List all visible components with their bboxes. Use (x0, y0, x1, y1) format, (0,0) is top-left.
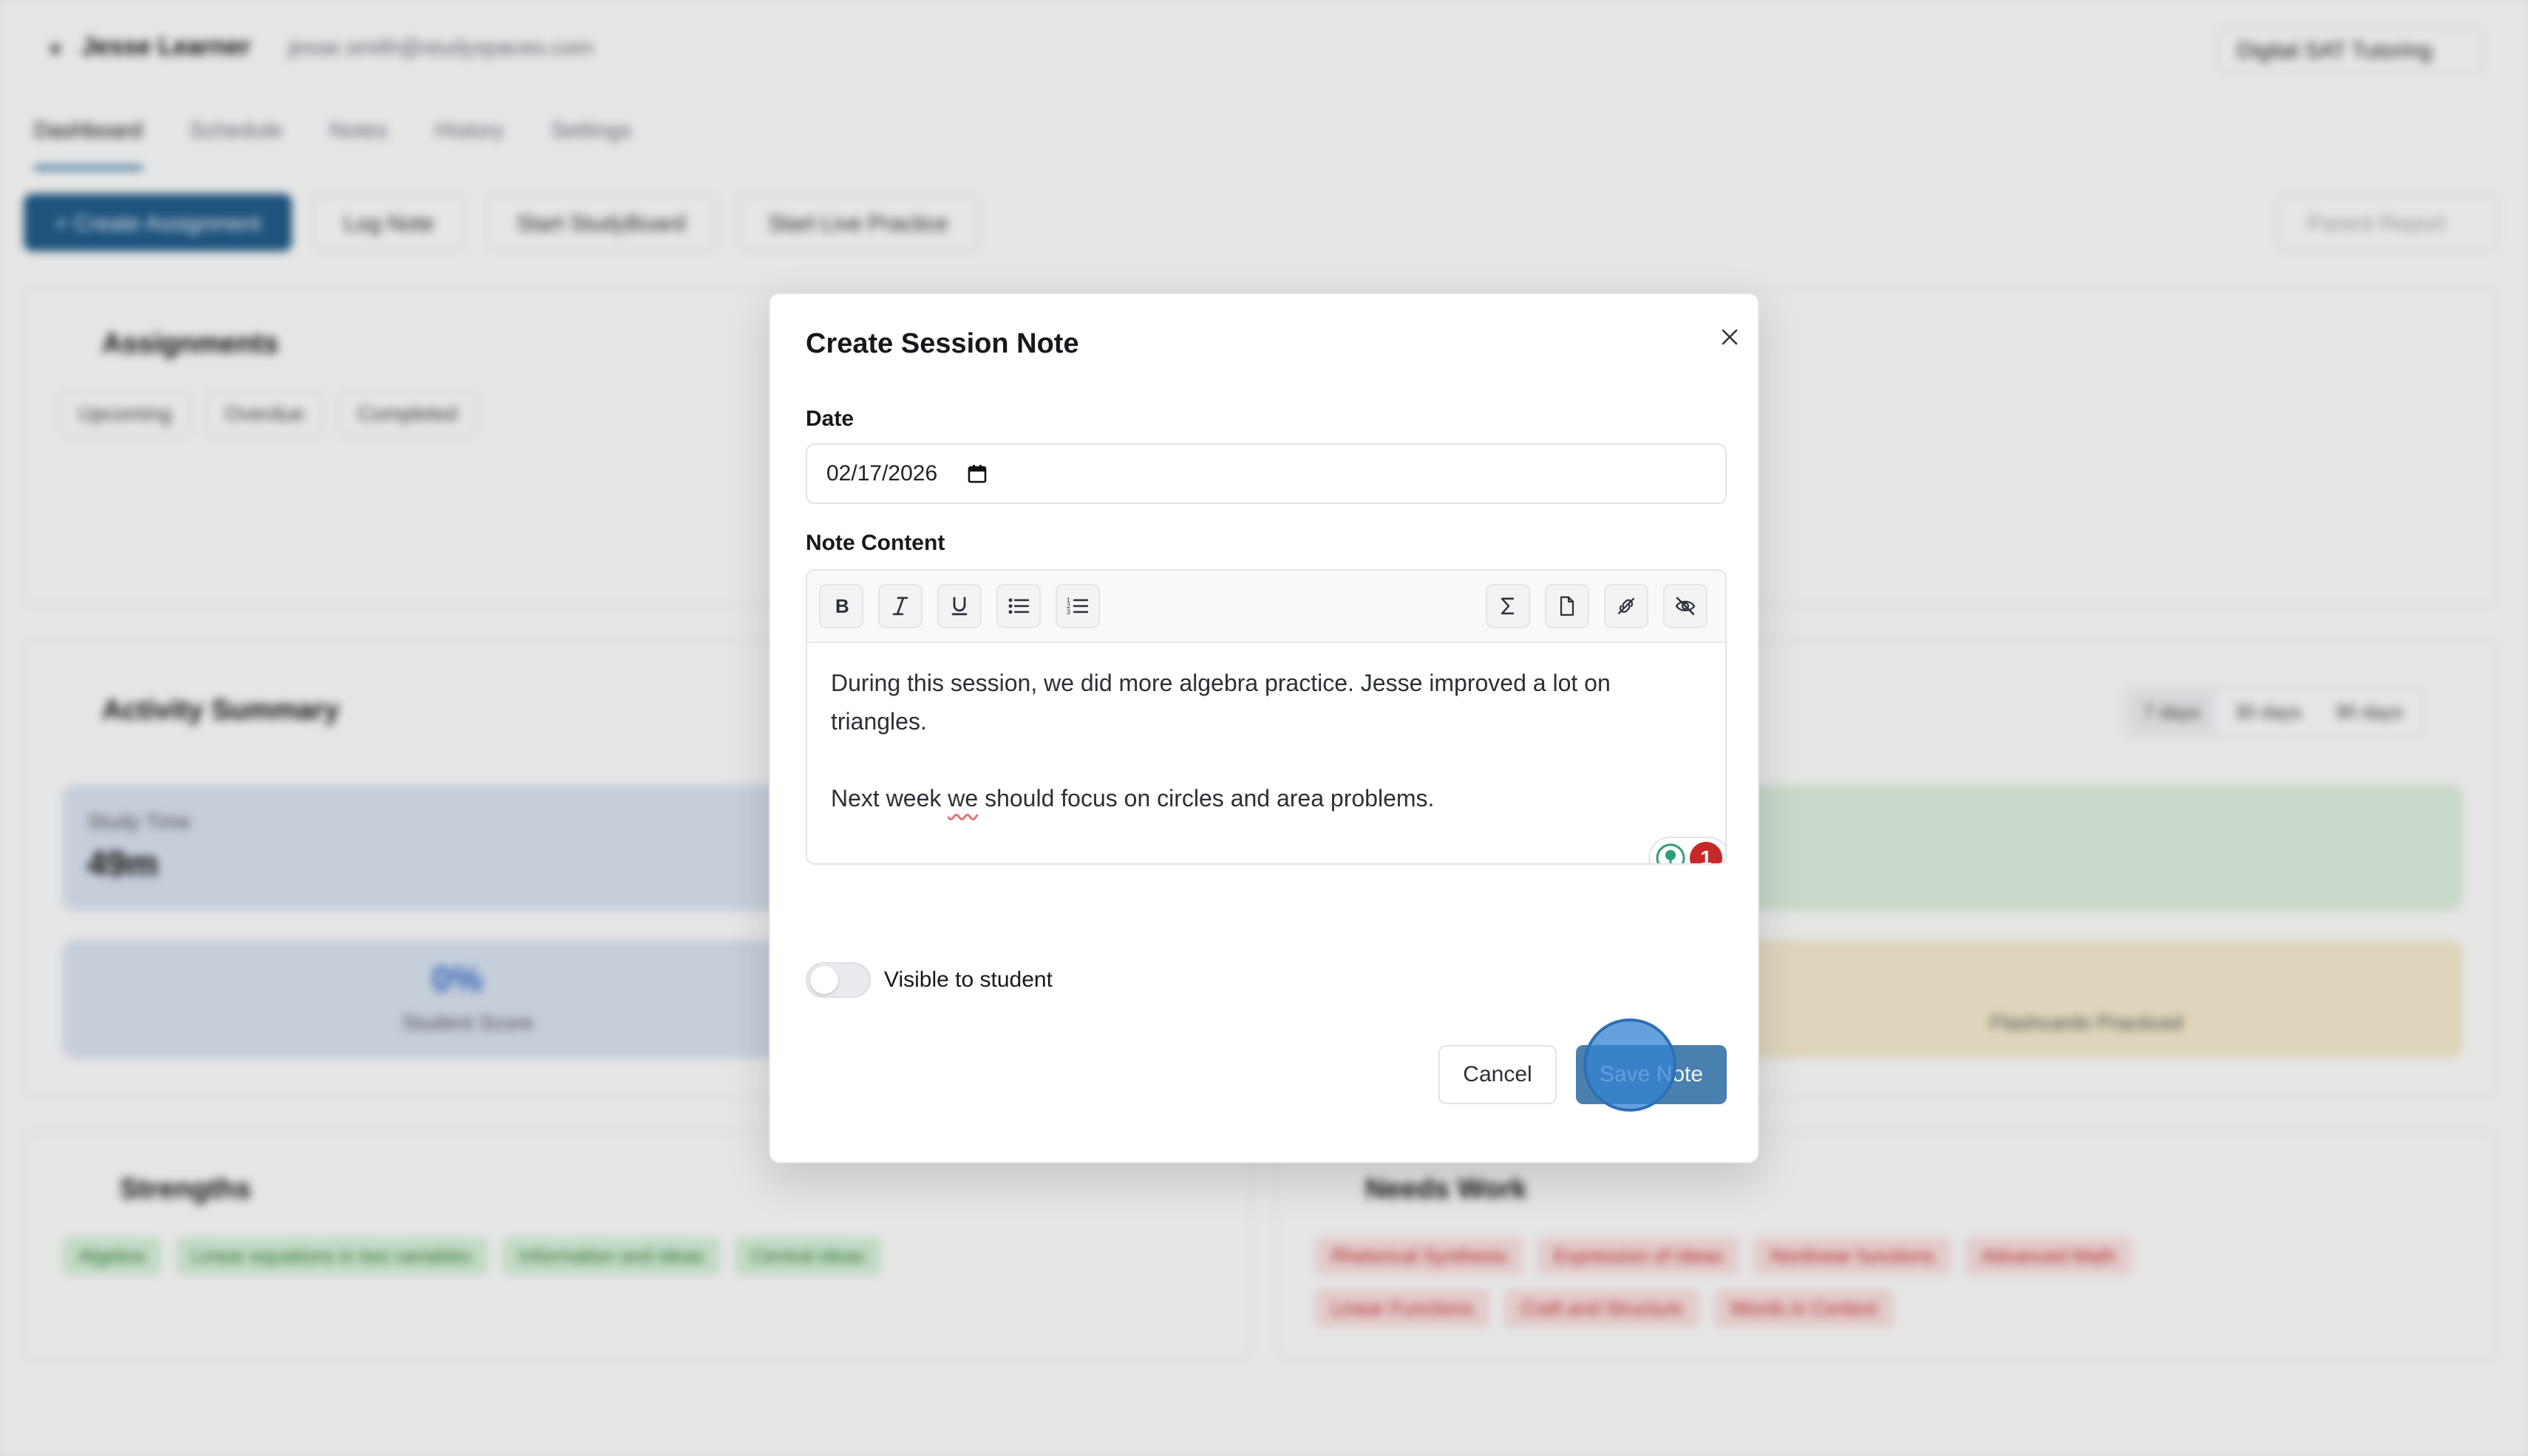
rich-text-editor[interactable]: B 123 During this session, we did more a… (806, 569, 1727, 865)
sigma-icon (1501, 597, 1515, 615)
calendar-icon[interactable] (967, 463, 988, 484)
svg-text:3: 3 (1067, 608, 1070, 616)
italic-icon (892, 596, 908, 616)
remove-link-button[interactable] (1604, 584, 1648, 628)
text-segment: Next week (831, 785, 948, 812)
close-icon (1722, 329, 1738, 345)
grammar-assistant-icon (1656, 843, 1685, 863)
text-segment: should focus on circles and area problem… (978, 785, 1435, 812)
date-input[interactable]: 02/17/2026 (806, 443, 1727, 504)
grammar-checker-widget[interactable]: 1 (1648, 837, 1725, 863)
bold-button[interactable]: B (819, 584, 863, 628)
numbered-list-button[interactable]: 123 (1056, 584, 1100, 628)
bold-icon: B (835, 595, 849, 617)
create-session-note-dialog: Create Session Note Date 02/17/2026 Note… (769, 293, 1759, 1163)
spelling-flag[interactable]: we (948, 785, 978, 812)
date-value: 02/17/2026 (826, 461, 938, 486)
insert-document-button[interactable] (1545, 584, 1589, 628)
link-off-icon (1617, 597, 1635, 615)
date-label: Date (806, 406, 854, 431)
editor-toolbar: B 123 (807, 571, 1725, 643)
cancel-button[interactable]: Cancel (1438, 1045, 1557, 1104)
underline-icon (951, 596, 968, 616)
note-content-area[interactable]: During this session, we did more algebra… (831, 664, 1703, 856)
visible-to-student-toggle[interactable] (806, 962, 871, 998)
bulleted-list-button[interactable] (996, 584, 1041, 628)
numbered-list-icon: 123 (1067, 596, 1089, 616)
note-paragraph: During this session, we did more algebra… (831, 670, 1611, 735)
close-button[interactable] (1709, 316, 1750, 358)
formula-button[interactable] (1486, 584, 1530, 628)
eye-off-icon (1675, 596, 1696, 616)
save-note-button[interactable]: Save Note (1576, 1045, 1727, 1104)
underline-button[interactable] (937, 584, 982, 628)
grammar-issue-count: 1 (1690, 842, 1722, 863)
toggle-knob (810, 966, 838, 994)
dialog-title: Create Session Note (806, 328, 1079, 359)
italic-button[interactable] (878, 584, 922, 628)
visibility-row: Visible to student (806, 962, 1053, 998)
note-content-label: Note Content (806, 531, 945, 555)
document-icon (1560, 596, 1574, 616)
bulleted-list-icon (1008, 598, 1030, 614)
visible-to-student-label: Visible to student (884, 967, 1053, 992)
hide-button[interactable] (1663, 584, 1708, 628)
svg-text:B: B (835, 595, 849, 617)
note-paragraph: Next week we should focus on circles and… (831, 779, 1703, 817)
